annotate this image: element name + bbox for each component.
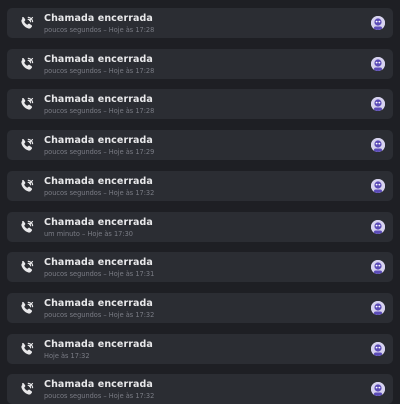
notification-item[interactable]: Chamada encerrada um minuto – Hoje às 17… [7, 212, 393, 242]
notification-title: Chamada encerrada [44, 94, 153, 105]
user-avatar[interactable] [371, 301, 385, 315]
notification-title: Chamada encerrada [44, 339, 153, 350]
notification-timestamp: poucos segundos – Hoje às 17:32 [44, 311, 155, 319]
phone-call-icon [19, 300, 35, 316]
user-avatar[interactable] [371, 342, 385, 356]
phone-call-icon [19, 96, 35, 112]
notification-timestamp: poucos segundos – Hoje às 17:28 [44, 26, 155, 34]
phone-call-icon [19, 259, 35, 275]
phone-call-icon [19, 15, 35, 31]
notification-title: Chamada encerrada [44, 379, 153, 390]
user-avatar[interactable] [371, 57, 385, 71]
notification-title: Chamada encerrada [44, 54, 153, 65]
notification-timestamp: poucos segundos – Hoje às 17:32 [44, 392, 155, 400]
phone-call-icon [19, 137, 35, 153]
notification-item[interactable]: Chamada encerrada poucos segundos – Hoje… [7, 171, 393, 201]
notification-item[interactable]: Chamada encerrada poucos segundos – Hoje… [7, 8, 393, 38]
notification-item[interactable]: Chamada encerrada Hoje às 17:32 [7, 334, 393, 364]
notification-timestamp: poucos segundos – Hoje às 17:28 [44, 67, 155, 75]
user-avatar[interactable] [371, 16, 385, 30]
notification-timestamp: poucos segundos – Hoje às 17:32 [44, 189, 155, 197]
notification-item[interactable]: Chamada encerrada poucos segundos – Hoje… [7, 252, 393, 282]
phone-call-icon [19, 219, 35, 235]
notification-timestamp: poucos segundos – Hoje às 17:31 [44, 270, 155, 278]
notification-item[interactable]: Chamada encerrada poucos segundos – Hoje… [7, 89, 393, 119]
phone-call-icon [19, 178, 35, 194]
phone-call-icon [19, 56, 35, 72]
user-avatar[interactable] [371, 97, 385, 111]
notification-title: Chamada encerrada [44, 135, 153, 146]
notification-item[interactable]: Chamada encerrada poucos segundos – Hoje… [7, 293, 393, 323]
notification-title: Chamada encerrada [44, 217, 153, 228]
user-avatar[interactable] [371, 220, 385, 234]
notification-timestamp: poucos segundos – Hoje às 17:28 [44, 107, 155, 115]
phone-call-icon [19, 381, 35, 397]
notification-timestamp: um minuto – Hoje às 17:30 [44, 230, 133, 238]
notification-item[interactable]: Chamada encerrada poucos segundos – Hoje… [7, 49, 393, 79]
user-avatar[interactable] [371, 179, 385, 193]
notification-title: Chamada encerrada [44, 298, 153, 309]
notification-item[interactable]: Chamada encerrada poucos segundos – Hoje… [7, 130, 393, 160]
notification-title: Chamada encerrada [44, 257, 153, 268]
notification-timestamp: Hoje às 17:32 [44, 352, 90, 360]
user-avatar[interactable] [371, 260, 385, 274]
user-avatar[interactable] [371, 382, 385, 396]
notification-timestamp: poucos segundos – Hoje às 17:29 [44, 148, 155, 156]
notification-title: Chamada encerrada [44, 176, 153, 187]
user-avatar[interactable] [371, 138, 385, 152]
notification-title: Chamada encerrada [44, 13, 153, 24]
phone-call-icon [19, 341, 35, 357]
